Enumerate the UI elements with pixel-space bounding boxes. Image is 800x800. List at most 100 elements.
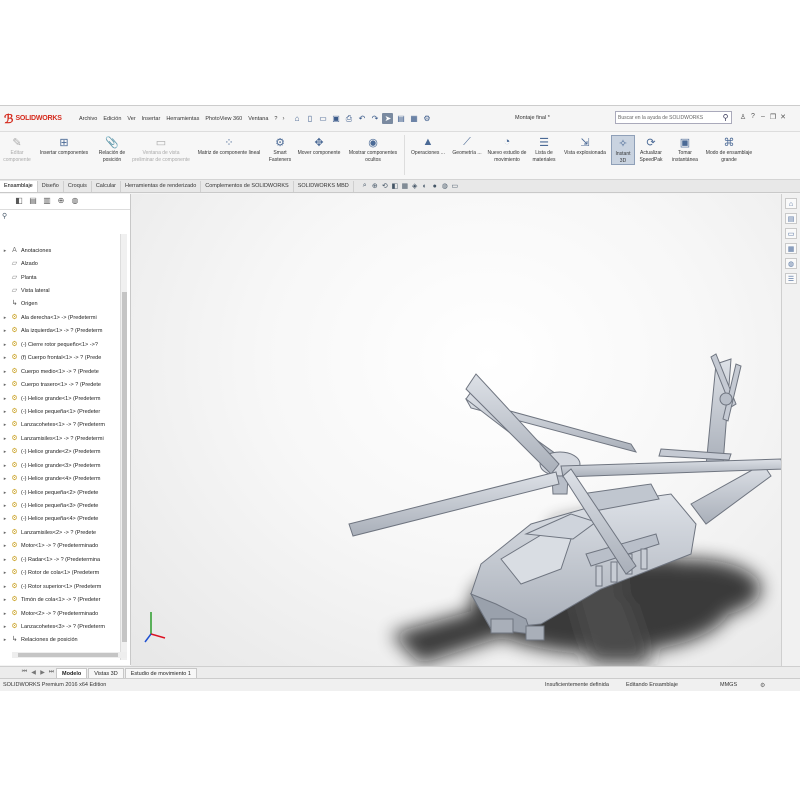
zoom-area-icon[interactable]: ⊕	[370, 182, 380, 190]
tree-item[interactable]: ▸ ⚙ Lanzamisiles<2> -> ? (Predete	[0, 526, 120, 539]
feature-manager-icon[interactable]: ◧	[12, 196, 26, 208]
custom-properties-icon[interactable]: ☰	[785, 273, 797, 284]
tree-item[interactable]: ▸ ⚙ Cuerpo trasero<1> -> ? (Predete	[0, 378, 120, 391]
search-icon[interactable]: ⚲	[720, 113, 731, 122]
property-manager-icon[interactable]: ▤	[26, 196, 40, 208]
tree-item[interactable]: ▸ ⚙ (-) Cierre rotor pequeño<1> ->?	[0, 338, 120, 351]
expand-arrow-icon[interactable]: ▸	[0, 342, 10, 348]
file-explorer-icon[interactable]: ▭	[785, 228, 797, 239]
tree-horizontal-scrollbar[interactable]	[12, 652, 127, 658]
tree-item[interactable]: ▸ ⚙ Lanzamisiles<1> -> ? (Predetermi	[0, 432, 120, 445]
smart-fasteners-button[interactable]: ⚙ Smart Fasteners	[266, 135, 294, 163]
move-component-button[interactable]: ✥ Mover componente	[294, 135, 344, 157]
menu-ver[interactable]: Ver	[124, 116, 138, 122]
tree-item[interactable]: ▸ ⚙ Timón de cola<1> -> ? (Predeter	[0, 593, 120, 606]
expand-arrow-icon[interactable]: ▸	[0, 476, 10, 482]
tree-item[interactable]: ▸ ⚙ (-) Helice grande<4> (Predeterm	[0, 472, 120, 485]
tree-item[interactable]: ▸ ⚙ (-) Radar<1> -> ? (Predetermina	[0, 553, 120, 566]
minimize-icon[interactable]: –	[758, 113, 768, 121]
view-orientation-icon[interactable]: ▦	[400, 182, 410, 190]
expand-arrow-icon[interactable]: ▸	[0, 422, 10, 428]
view-settings-icon[interactable]: ▭	[450, 182, 460, 190]
expand-arrow-icon[interactable]: ▸	[0, 315, 10, 321]
section-view-icon[interactable]: ◧	[390, 182, 400, 190]
tab-croquis[interactable]: Croquis	[64, 181, 92, 192]
tree-item[interactable]: ▸ ⚙ (-) Rotor superior<1> (Predeterm	[0, 580, 120, 593]
expand-arrow-icon[interactable]: ▸	[0, 409, 10, 415]
expand-arrow-icon[interactable]: ▸	[0, 328, 10, 334]
expand-arrow-icon[interactable]: ▸	[0, 436, 10, 442]
tree-item[interactable]: ↳ Origen	[0, 298, 120, 311]
new-icon[interactable]: ▯	[304, 113, 315, 124]
tree-item[interactable]: ▸ ⚙ (-) Helice pequeña<2> (Predete	[0, 486, 120, 499]
expand-arrow-icon[interactable]: ▸	[0, 248, 10, 254]
hide-show-icon[interactable]: ◐	[420, 183, 430, 190]
edit-appearance-icon[interactable]: ●	[430, 183, 440, 190]
tree-item[interactable]: ▸ A Anotaciones	[0, 244, 120, 257]
tree-item[interactable]: ▸ ⚙ Cuerpo medio<1> -> ? (Predete	[0, 365, 120, 378]
save-icon[interactable]: ▣	[330, 113, 341, 124]
expand-arrow-icon[interactable]: ▸	[0, 449, 10, 455]
expand-arrow-icon[interactable]: ▸	[0, 570, 10, 576]
tree-item[interactable]: ▸ ⚙ (f) Cuerpo frontal<1> -> ? (Prede	[0, 352, 120, 365]
speedpak-button[interactable]: ⟳ Actualizar SpeedPak	[635, 135, 667, 163]
home-icon[interactable]: ⌂	[291, 113, 302, 124]
restore-icon[interactable]: ❐	[768, 113, 778, 121]
tab-motion-study[interactable]: Estudio de movimiento 1	[124, 667, 197, 678]
solidworks-logo[interactable]: ℬ SOLIDWORKS	[4, 112, 68, 126]
display-style-icon[interactable]: ◈	[410, 182, 420, 190]
features-button[interactable]: ▲ Operaciones ...	[407, 135, 449, 157]
expand-arrow-icon[interactable]: ▸	[0, 382, 10, 388]
redo-icon[interactable]: ↷	[369, 113, 380, 124]
linear-pattern-button[interactable]: ⁘ Matriz de componente lineal	[192, 135, 266, 157]
design-library-icon[interactable]: ▤	[785, 213, 797, 224]
tree-item[interactable]: ▸ ⚙ (-) Helice grande<3> (Predeterm	[0, 459, 120, 472]
expand-arrow-icon[interactable]: ▸	[0, 597, 10, 603]
undo-icon[interactable]: ↶	[356, 113, 367, 124]
expand-arrow-icon[interactable]: ▸	[0, 516, 10, 522]
menu-insertar[interactable]: Insertar	[139, 116, 164, 122]
open-icon[interactable]: ▭	[317, 113, 328, 124]
previous-view-icon[interactable]: ⟲	[380, 182, 390, 190]
tree-item[interactable]: ▸ ⚙ (-) Helice pequeña<4> (Predete	[0, 513, 120, 526]
tree-item[interactable]: ▸ ⚙ (-) Helice pequeña<3> (Predete	[0, 499, 120, 512]
menu-photoview[interactable]: PhotoView 360	[202, 116, 245, 122]
tree-item[interactable]: ▸ ⚙ (-) Helice grande<2> (Predeterm	[0, 446, 120, 459]
select-icon[interactable]: ➤	[382, 113, 394, 124]
expand-arrow-icon[interactable]: ▸	[0, 543, 10, 549]
expand-arrow-icon[interactable]: ▸	[0, 530, 10, 536]
expand-arrow-icon[interactable]: ▸	[0, 463, 10, 469]
expand-arrow-icon[interactable]: ▸	[0, 396, 10, 402]
expand-arrow-icon[interactable]: ▸	[0, 611, 10, 617]
file-properties-icon[interactable]: ▦	[408, 113, 419, 124]
tree-item[interactable]: ▱ Vista lateral	[0, 284, 120, 297]
rebuild-icon[interactable]: ▤	[395, 113, 406, 124]
tree-item[interactable]: ▸ ↳ Relaciones de posición	[0, 634, 120, 647]
reference-geometry-button[interactable]: ⟋ Geometría ...	[449, 135, 485, 157]
tab-vistas-3d[interactable]: Vistas 3D	[88, 667, 124, 678]
exploded-view-button[interactable]: ⇲ Vista explosionada	[559, 135, 611, 157]
tab-modelo[interactable]: Modelo	[56, 667, 88, 678]
expand-arrow-icon[interactable]: ▸	[0, 490, 10, 496]
tree-item[interactable]: ▸ ⚙ Motor<2> -> ? (Predeterminado	[0, 607, 120, 620]
dimxpert-icon[interactable]: ⊕	[54, 196, 68, 208]
graphics-area[interactable]	[131, 194, 781, 666]
configuration-manager-icon[interactable]: ▥	[40, 196, 54, 208]
tree-item[interactable]: ▸ ⚙ Lanzacohetes<1> -> ? (Predeterm	[0, 419, 120, 432]
motion-study-button[interactable]: ◔ Nuevo estudio de movimiento	[485, 135, 529, 163]
previous-tab-icon[interactable]: ◀	[29, 669, 38, 676]
instant3d-button[interactable]: ✧ Instant 3D	[611, 135, 635, 165]
display-manager-icon[interactable]: ◍	[68, 196, 82, 208]
help-search-input[interactable]: Buscar en la ayuda de SOLIDWORKS ⚲	[615, 111, 732, 124]
user-icon[interactable]: ♙	[738, 113, 748, 121]
scroll-thumb[interactable]	[122, 292, 127, 642]
close-icon[interactable]: ✕	[778, 113, 788, 121]
tree-item[interactable]: ▸ ⚙ (-) Helice grande<1> (Predeterm	[0, 392, 120, 405]
tab-diseno[interactable]: Diseño	[38, 181, 64, 192]
pin-icon[interactable]: ›	[282, 116, 284, 122]
status-units[interactable]: MMGS	[720, 682, 737, 688]
resources-icon[interactable]: ⌂	[785, 198, 797, 209]
expand-arrow-icon[interactable]: ▸	[0, 369, 10, 375]
bom-button[interactable]: ☰ Lista de materiales	[529, 135, 559, 163]
tree-item[interactable]: ▸ ⚙ Motor<1> -> ? (Predeterminado	[0, 540, 120, 553]
